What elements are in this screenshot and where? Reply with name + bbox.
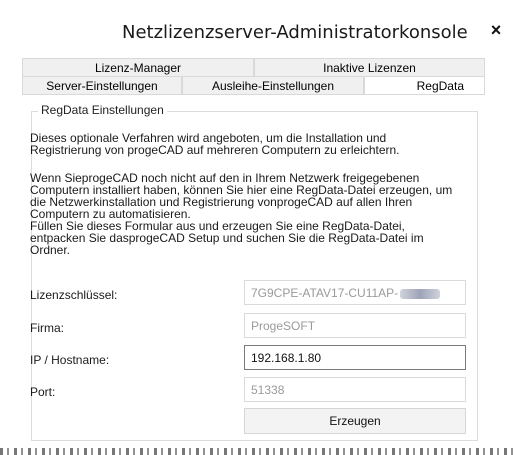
tab-inaktive-lizenzen[interactable]: Inaktive Lizenzen [254,58,485,76]
tab-ausleihe-einstellungen[interactable]: Ausleihe-Einstellungen [182,76,364,94]
host-label: IP / Hostname: [30,353,110,367]
port-label: Port: [30,385,56,399]
license-key-value: 7G9CPE-ATAV17-CU11AP- [251,286,399,300]
instructions-line: Ordner. [30,243,71,257]
license-key-field[interactable]: 7G9CPE-ATAV17-CU11AP- [244,280,466,305]
company-field[interactable]: ProgeSOFT [244,313,466,338]
tab-server-einstellungen[interactable]: Server-Einstellungen [22,76,182,94]
window-title: Netzlizenzserver-Administratorkonsole [122,22,468,43]
cropped-edge-strip [0,448,513,455]
instructions-paragraph: Wenn SieprogeCAD noch nicht auf den in I… [30,172,468,256]
tab-row-top: Lizenz-Manager Inaktive Lizenzen [22,58,485,76]
tab-lizenz-manager[interactable]: Lizenz-Manager [22,58,254,76]
redacted-mark [400,288,441,299]
close-icon[interactable]: × [486,20,506,40]
license-key-label: Lizenzschlüssel: [30,288,118,302]
title-bar: Netzlizenzserver-Administratorkonsole × [0,0,513,58]
generate-button[interactable]: Erzeugen [244,408,466,434]
tab-row-bottom: Server-Einstellungen Ausleihe-Einstellun… [22,76,485,94]
group-legend: RegData Einstellungen [38,103,167,117]
tab-regdata[interactable]: RegData [364,76,485,94]
company-label: Firma: [30,321,64,335]
intro-line: Registrierung von progeCAD auf mehreren … [30,143,400,157]
instructions-line: entpacken Sie dasprogeCAD Setup und such… [30,231,424,245]
intro-paragraph: Dieses optionale Verfahren wird angebote… [30,132,468,156]
host-input[interactable]: 192.168.1.80 [244,345,466,370]
port-field[interactable]: 51338 [244,377,466,402]
